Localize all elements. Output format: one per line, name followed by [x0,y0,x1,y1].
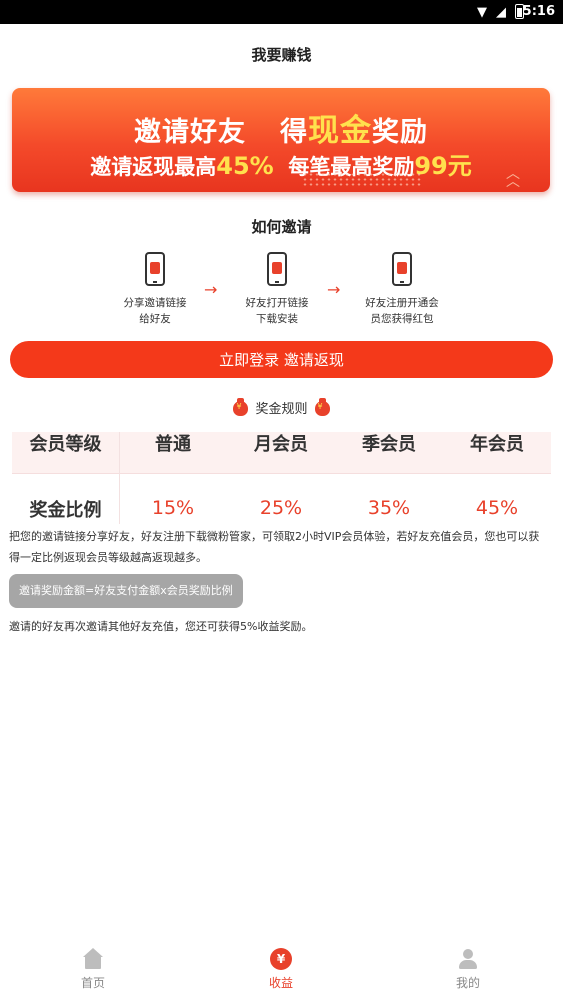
rate-quarterly: 35% [367,497,411,519]
step-download: 好友打开链接 下载安装 [217,252,337,327]
status-bar: ▼ ◢ 5:16 [0,0,563,24]
user-icon [457,948,479,970]
rate-yearly: 45% [475,497,519,519]
share-phone-icon [145,252,165,286]
bonus-rules-label: 奖金规则 [255,402,308,417]
banner-text-get: 得 [280,117,308,148]
level-quarterly: 季会员 [362,434,416,455]
banner-text-invite: 邀请好友 [134,117,246,148]
arrow-right-icon: → [204,280,218,299]
signal-icon: ◢ [496,5,506,20]
banner-text-max-return: 邀请返现最高 [90,155,217,179]
tab-mine-label: 我的 [455,976,480,990]
bonus-ratio-header: 奖金比例 [29,500,102,521]
step-share: 分享邀请链接 给好友 [95,252,215,327]
tab-earnings-label: 收益 [268,976,293,990]
banner-pct-45: 45% [216,152,274,180]
step-register: 好友注册开通会 员您获得红包 [342,252,462,327]
extra-reward-note: 邀请的好友再次邀请其他好友充值，您还可获得5%收益奖励。 [9,620,313,633]
invite-banner[interactable]: 邀请好友 得现金奖励 邀请返现最高45% 每笔最高奖励99元 ︿ ︿ [12,88,550,192]
chevron-up-icon: ︿ ︿ [506,166,520,190]
level-monthly: 月会员 [254,434,308,455]
banner-dot-pattern [302,172,422,186]
how-to-invite-title: 如何邀请 [251,218,312,236]
bonus-rules-title: 奖金规则 [0,398,563,417]
moneybag-icon [233,398,249,416]
level-yearly: 年会员 [470,434,524,455]
arrow-right-icon: → [327,280,341,299]
redpacket-phone-icon [392,252,412,286]
step-share-desc: 分享邀请链接 给好友 [123,297,187,325]
bottom-tab-bar: 首页 ¥ 收益 我的 [0,942,563,1000]
rate-normal: 15% [151,497,195,519]
bonus-rate-table: 会员等级 普通 月会员 季会员 年会员 奖金比例 15% 25% 35% 45% [12,432,551,524]
step-download-desc: 好友打开链接 下载安装 [245,297,309,325]
moneybag-icon [314,398,330,416]
tab-home[interactable]: 首页 [33,942,153,991]
status-time: 5:16 [522,4,555,19]
home-icon [82,948,104,970]
tab-home-label: 首页 [80,976,105,990]
rules-description: 把您的邀请链接分享好友，好友注册下载微粉管家，可领取2小时VIP会员体验，若好友… [9,530,540,564]
banner-amount-99: 99元 [414,152,472,180]
yen-icon: ¥ [270,948,292,970]
reward-formula-badge: 邀请奖励金额=好友支付金额x会员奖励比例 [9,574,243,608]
banner-text-reward: 奖励 [372,117,428,148]
banner-text-cash: 现金 [308,113,372,149]
member-level-header: 会员等级 [29,434,102,455]
rate-monthly: 25% [259,497,303,519]
banner-subline: 邀请返现最高45% 每笔最高奖励99元 [12,146,550,181]
page-title: 我要赚钱 [251,46,312,64]
tab-earnings[interactable]: ¥ 收益 [221,942,341,991]
download-phone-icon [267,252,287,286]
wifi-icon: ▼ [477,5,487,20]
login-invite-button[interactable]: 立即登录 邀请返现 [10,341,553,378]
step-register-desc: 好友注册开通会 员您获得红包 [365,297,439,325]
tab-mine[interactable]: 我的 [408,942,528,991]
level-normal: 普通 [155,434,191,455]
banner-headline: 邀请好友 得现金奖励 [12,105,550,150]
